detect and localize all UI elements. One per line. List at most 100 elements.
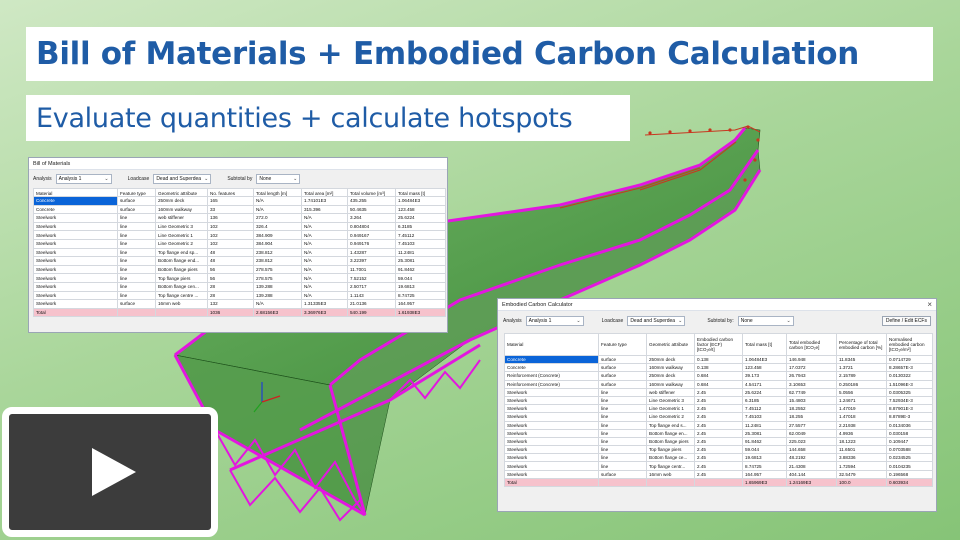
table-cell: 0.030158: [886, 428, 933, 438]
table-cell: surface: [598, 469, 647, 479]
table-row[interactable]: Steelwork line Top flange centre ... 28 139.…: [33, 290, 446, 301]
table-cell: line: [598, 461, 647, 471]
table-cell: 1.51096E-3: [886, 379, 933, 389]
table-cell: Steelwork: [504, 453, 599, 463]
column-header[interactable]: Total area [m²]: [301, 188, 348, 197]
column-header[interactable]: No. features: [207, 188, 254, 197]
table-row[interactable]: Steelwork surface 16mm web 2.45 164.957 404.1…: [504, 469, 933, 479]
table-cell: N/A: [301, 264, 348, 275]
column-header[interactable]: Total length [m]: [253, 188, 302, 197]
table-cell: 28: [207, 281, 254, 292]
table-cell: 25.3081: [742, 428, 787, 438]
column-header[interactable]: Normalised embodied carbon [tCO₂e/m²]: [886, 333, 933, 356]
column-header[interactable]: Geometric attribute: [646, 333, 695, 356]
table-row[interactable]: Steelwork line Top flange centr... 2.45 8.74…: [504, 461, 933, 471]
play-button[interactable]: [2, 407, 218, 537]
table-cell: 250mm deck: [646, 354, 695, 365]
column-header[interactable]: Feature type: [117, 188, 156, 197]
column-header[interactable]: Embodied carbon factor (ECF) [tCO₂e/t]: [694, 333, 743, 356]
table-cell: 1.24671: [836, 395, 887, 406]
column-header[interactable]: Material: [504, 333, 599, 356]
table-cell: 11.2481: [395, 247, 446, 258]
total-cell: [646, 477, 695, 488]
table-cell: Concrete: [504, 363, 599, 373]
table-cell: 139.288: [253, 290, 302, 301]
table-cell: Line Geometric 1: [155, 230, 208, 240]
table-cell: 18.1223: [836, 436, 887, 447]
total-cell: 0.603934: [886, 477, 933, 488]
ecc-subtotal-select[interactable]: None ⌄: [737, 316, 794, 326]
table-cell: 4.54171: [742, 379, 787, 389]
table-cell: line: [598, 387, 647, 397]
ecc-loadcase-select[interactable]: Dead and Superdea ⌄: [627, 316, 686, 326]
table-cell: 0.0714729: [886, 354, 933, 365]
column-header[interactable]: Percentage of total embodied carbon [%]: [836, 333, 887, 356]
ecc-analysis-select[interactable]: Analysis 1 ⌄: [525, 316, 584, 326]
column-header[interactable]: Total mass [t]: [742, 333, 787, 356]
bom-subtotal-select[interactable]: None ⌄: [256, 174, 301, 184]
column-header[interactable]: Material: [33, 188, 118, 197]
table-cell: line: [598, 436, 647, 447]
bom-analysis-select[interactable]: Analysis 1 ⌄: [55, 174, 112, 184]
column-header[interactable]: Geometric attribute: [155, 188, 208, 197]
table-cell: 8.87901E-3: [886, 404, 933, 414]
table-cell: surface: [598, 371, 647, 381]
table-cell: 6.3185: [395, 221, 446, 232]
close-icon[interactable]: ×: [927, 300, 932, 309]
table-cell: line: [598, 395, 647, 406]
table-row[interactable]: Steelwork surface 16mm web 132 N/A 1.31335E3 2…: [33, 299, 446, 309]
table-row[interactable]: Steelwork line Bottom flange cen... 28 139.2…: [33, 281, 446, 292]
table-row[interactable]: Steelwork line Bottom flange piers 2.45 91.8…: [504, 436, 933, 447]
table-row[interactable]: Steelwork line Top flange end sp... 48 238.8…: [33, 247, 446, 258]
define-edit-ecfs-button[interactable]: Define / Edit ECFs: [881, 316, 931, 326]
bom-loadcase-select[interactable]: Dead and Superdea ⌄: [153, 174, 212, 184]
table-row[interactable]: Steelwork line Line Geometric 3 2.45 6.3185 1…: [504, 395, 933, 406]
table-cell: Steelwork: [504, 445, 599, 455]
column-header[interactable]: Total volume [m³]: [347, 188, 396, 197]
chevron-down-icon: ⌄: [204, 176, 209, 182]
table-cell: 3.22397: [347, 256, 396, 266]
table-row[interactable]: Concrete surface 160mm walkway 33 N/A 315.396…: [33, 204, 446, 215]
table-row[interactable]: Concrete surface 160mm walkway 0.138 123.458…: [504, 363, 933, 373]
table-cell: Line Geometric 3: [155, 221, 208, 232]
column-header[interactable]: Total mass [t]: [395, 188, 446, 197]
table-row[interactable]: Steelwork line Line Geometric 2 102 384.904 N…: [33, 238, 446, 249]
table-row[interactable]: Concrete surface 250mm deck 0.138 1.06484E3 1…: [504, 354, 933, 365]
table-cell: 238.812: [253, 247, 302, 258]
table-cell: 25.3081: [395, 256, 446, 266]
table-cell: 164.957: [395, 299, 446, 309]
table-cell: web stiffener: [155, 213, 208, 223]
table-cell: Steelwork: [33, 281, 118, 292]
table-row[interactable]: Reinforcement (Concrete) surface 250mm dec…: [504, 371, 933, 381]
column-header[interactable]: Feature type: [598, 333, 647, 356]
table-cell: 17.0372: [786, 363, 837, 373]
table-cell: Steelwork: [504, 436, 599, 447]
table-row[interactable]: Steelwork line Bottom flange piers 56 278.57…: [33, 264, 446, 275]
table-row[interactable]: Steelwork line Line Geometric 1 102 384.909 N…: [33, 230, 446, 240]
total-cell: [117, 307, 156, 318]
table-row[interactable]: Steelwork line web stiffener 2.45 25.6224 62.…: [504, 387, 933, 397]
table-row[interactable]: Steelwork line Bottom flange ce... 2.45 19.6…: [504, 453, 933, 463]
table-row[interactable]: Steelwork line Top flange piers 56 278.575 N/…: [33, 273, 446, 283]
table-row[interactable]: Steelwork line Line Geometric 3 102 326.4 N/A…: [33, 221, 446, 232]
table-row[interactable]: Reinforcement (Concrete) surface 160mm wal…: [504, 379, 933, 389]
table-cell: 5.0556: [836, 387, 887, 397]
table-row[interactable]: Steelwork line Bottom flange end... 48 238.8…: [33, 256, 446, 266]
column-header[interactable]: Total embodied carbon [tCO₂e]: [786, 333, 837, 356]
table-cell: 25.6224: [395, 213, 446, 223]
table-row[interactable]: Steelwork line Line Geometric 2 2.45 7.45103…: [504, 412, 933, 422]
table-cell: surface: [117, 299, 156, 309]
table-cell: 404.144: [786, 469, 837, 479]
table-cell: line: [117, 230, 156, 240]
table-row[interactable]: Steelwork line Top flange end s... 2.45 11.2…: [504, 420, 933, 430]
table-cell: 33: [207, 204, 254, 215]
table-row[interactable]: Steelwork line Bottom flange en... 2.45 25.3…: [504, 428, 933, 438]
table-row[interactable]: Steelwork line Top flange piers 2.45 59.044 1…: [504, 445, 933, 455]
table-row[interactable]: Steelwork line web stiffener 136 272.0 N/A 3.2…: [33, 213, 446, 223]
total-row: Total 1.65969E3 1.24169E3 100.0 0.603934: [504, 477, 933, 488]
table-row[interactable]: Concrete surface 250mm deck 165 N/A 1.74101E3…: [33, 196, 446, 206]
table-row[interactable]: Steelwork line Line Geometric 1 2.45 7.45112…: [504, 404, 933, 414]
table-cell: Steelwork: [504, 469, 599, 479]
table-cell: 0.684: [694, 371, 743, 381]
table-cell: 26.7943: [786, 371, 837, 381]
